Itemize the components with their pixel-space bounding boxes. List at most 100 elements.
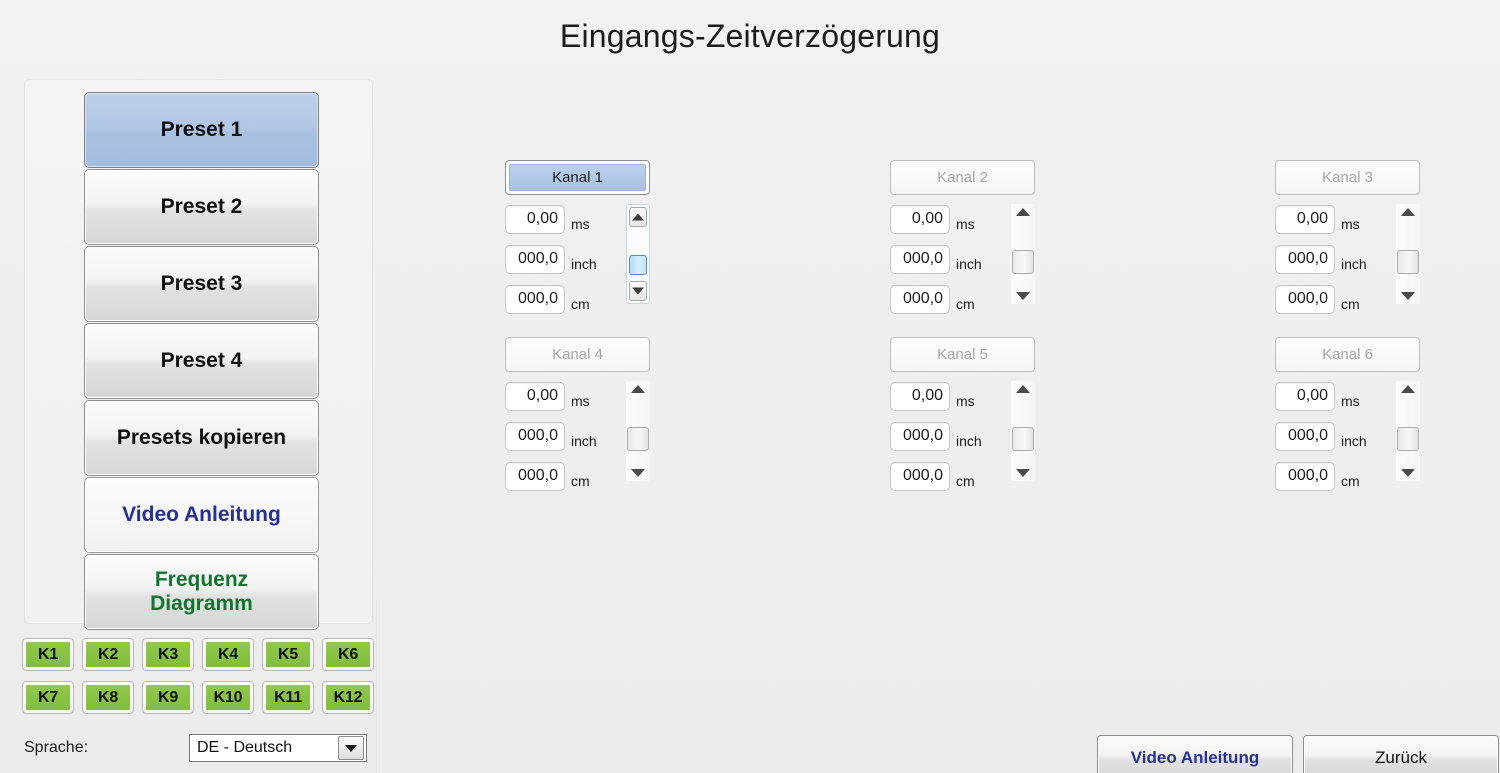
preset-button-3[interactable]: Preset 3 — [84, 246, 319, 322]
channel-5-ms-input[interactable]: 0,00 — [890, 381, 950, 411]
channel-1-scroll-thumb[interactable] — [629, 255, 647, 275]
channel-4-ms-input[interactable]: 0,00 — [505, 381, 565, 411]
k-button-k8[interactable]: K8 — [82, 681, 134, 714]
channel-2-inch-unit: inch — [956, 256, 982, 272]
channel-4-scroll-down-icon[interactable] — [631, 469, 645, 477]
channel-5-scroll-down-icon[interactable] — [1016, 469, 1030, 477]
channel-1-scrollbar[interactable] — [626, 204, 650, 304]
channel-4-inch-unit: inch — [571, 433, 597, 449]
preset-button-3-label: Preset 3 — [160, 272, 243, 296]
channel-4-inch-input[interactable]: 000,0 — [505, 421, 565, 451]
language-select[interactable]: DE - Deutsch — [189, 734, 367, 762]
channel-2-scroll-down-icon[interactable] — [1016, 292, 1030, 300]
channel-3-inch-unit: inch — [1341, 256, 1367, 272]
preset-button-4[interactable]: Preset 4 — [84, 323, 319, 399]
k-button-k5[interactable]: K5 — [262, 638, 314, 671]
channel-3-ms-input[interactable]: 0,00 — [1275, 204, 1335, 234]
page-title: Eingangs-Zeitverzögerung — [559, 18, 941, 54]
channel-4-cm-input[interactable]: 000,0 — [505, 461, 565, 491]
channel-6-label: Kanal 6 — [1322, 346, 1373, 363]
channel-5-scroll-up-icon[interactable] — [1016, 385, 1030, 393]
channel-2-cm-unit: cm — [956, 296, 975, 312]
channel-2-scroll-thumb[interactable] — [1012, 250, 1034, 274]
k-button-k8-label: K8 — [86, 685, 130, 710]
preset-button-1[interactable]: Preset 1 — [84, 92, 319, 168]
video-guide-button-footer[interactable]: Video Anleitung — [1097, 735, 1293, 773]
k-button-k2[interactable]: K2 — [82, 638, 134, 671]
copy-presets-button[interactable]: Presets kopieren — [84, 400, 319, 476]
k-button-k11[interactable]: K11 — [262, 681, 314, 714]
channel-5-inch-input[interactable]: 000,0 — [890, 421, 950, 451]
channel-5-cm-unit: cm — [956, 473, 975, 489]
channel-1-header-button[interactable]: Kanal 1 — [505, 160, 650, 195]
channel-4-scroll-thumb[interactable] — [627, 427, 649, 451]
channel-6-scroll-down-icon[interactable] — [1401, 469, 1415, 477]
channel-panel-grid: Kanal 1 0,00 ms 000,0 inch 000,0 cm Kana… — [505, 160, 1430, 491]
channel-5-label: Kanal 5 — [937, 346, 988, 363]
k-button-k10[interactable]: K10 — [202, 681, 254, 714]
channel-5-header-button[interactable]: Kanal 5 — [890, 337, 1035, 372]
channel-2-scrollbar[interactable] — [1011, 204, 1035, 304]
channel-3-scroll-down-icon[interactable] — [1401, 292, 1415, 300]
channel-6-cm-unit: cm — [1341, 473, 1360, 489]
frequency-diagram-button[interactable]: Frequenz Diagramm — [84, 554, 319, 630]
video-guide-label-sidebar: Video Anleitung — [122, 503, 281, 527]
channel-2-inch-input[interactable]: 000,0 — [890, 244, 950, 274]
chevron-down-icon[interactable] — [338, 736, 364, 760]
back-button-label: Zurück — [1375, 747, 1427, 767]
k-button-k1[interactable]: K1 — [22, 638, 74, 671]
channel-3-scroll-thumb[interactable] — [1397, 250, 1419, 274]
channel-3-ms-unit: ms — [1341, 216, 1360, 232]
channel-3-cm-unit: cm — [1341, 296, 1360, 312]
k-button-k6[interactable]: K6 — [322, 638, 374, 671]
channel-3-cm-input[interactable]: 000,0 — [1275, 284, 1335, 314]
channel-2-ms-input[interactable]: 0,00 — [890, 204, 950, 234]
channel-3-scrollbar[interactable] — [1396, 204, 1420, 304]
copy-presets-label: Presets kopieren — [116, 426, 287, 450]
channel-1-ms-input[interactable]: 0,00 — [505, 204, 565, 234]
channel-4-scrollbar[interactable] — [626, 381, 650, 481]
channel-6-ms-unit: ms — [1341, 393, 1360, 409]
channel-panel-2: Kanal 2 0,00 ms 000,0 inch 000,0 cm — [890, 160, 1035, 314]
channel-5-scrollbar[interactable] — [1011, 381, 1035, 481]
channel-6-scroll-thumb[interactable] — [1397, 427, 1419, 451]
channel-2-header-button[interactable]: Kanal 2 — [890, 160, 1035, 195]
preset-button-2[interactable]: Preset 2 — [84, 169, 319, 245]
channel-6-inch-input[interactable]: 000,0 — [1275, 421, 1335, 451]
channel-4-scroll-up-icon[interactable] — [631, 385, 645, 393]
channel-1-scroll-down-icon[interactable] — [629, 281, 647, 301]
preset-button-column: Preset 1 Preset 2 Preset 3 Preset 4 Pres… — [84, 92, 319, 630]
channel-6-ms-input[interactable]: 0,00 — [1275, 381, 1335, 411]
channel-4-label: Kanal 4 — [552, 346, 603, 363]
channel-6-scroll-up-icon[interactable] — [1401, 385, 1415, 393]
channel-2-ms-unit: ms — [956, 216, 975, 232]
channel-5-ms-unit: ms — [956, 393, 975, 409]
channel-1-cm-unit: cm — [571, 296, 590, 312]
channel-1-cm-input[interactable]: 000,0 — [505, 284, 565, 314]
channel-2-scroll-up-icon[interactable] — [1016, 208, 1030, 216]
video-guide-button-sidebar[interactable]: Video Anleitung — [84, 477, 319, 553]
channel-6-cm-input[interactable]: 000,0 — [1275, 461, 1335, 491]
channel-6-header-button[interactable]: Kanal 6 — [1275, 337, 1420, 372]
channel-4-ms-unit: ms — [571, 393, 590, 409]
channel-3-scroll-up-icon[interactable] — [1401, 208, 1415, 216]
k-button-k12[interactable]: K12 — [322, 681, 374, 714]
channel-6-scrollbar[interactable] — [1396, 381, 1420, 481]
k-button-k7[interactable]: K7 — [22, 681, 74, 714]
back-button[interactable]: Zurück — [1303, 735, 1499, 773]
channel-4-header-button[interactable]: Kanal 4 — [505, 337, 650, 372]
channel-1-inch-input[interactable]: 000,0 — [505, 244, 565, 274]
channel-2-cm-input[interactable]: 000,0 — [890, 284, 950, 314]
channel-3-inch-input[interactable]: 000,0 — [1275, 244, 1335, 274]
k-button-k9[interactable]: K9 — [142, 681, 194, 714]
channel-1-scroll-up-icon[interactable] — [629, 207, 647, 227]
video-guide-footer-label: Video Anleitung — [1130, 747, 1260, 767]
channel-key-grid: K1 K2 K3 K4 K5 K6 K7 K8 K9 K10 K11 K12 — [22, 638, 378, 714]
frequency-diagram-label: Frequenz Diagramm — [150, 568, 253, 615]
channel-panel-3: Kanal 3 0,00 ms 000,0 inch 000,0 cm — [1275, 160, 1420, 314]
k-button-k4[interactable]: K4 — [202, 638, 254, 671]
channel-5-scroll-thumb[interactable] — [1012, 427, 1034, 451]
channel-3-header-button[interactable]: Kanal 3 — [1275, 160, 1420, 195]
channel-5-cm-input[interactable]: 000,0 — [890, 461, 950, 491]
k-button-k3[interactable]: K3 — [142, 638, 194, 671]
